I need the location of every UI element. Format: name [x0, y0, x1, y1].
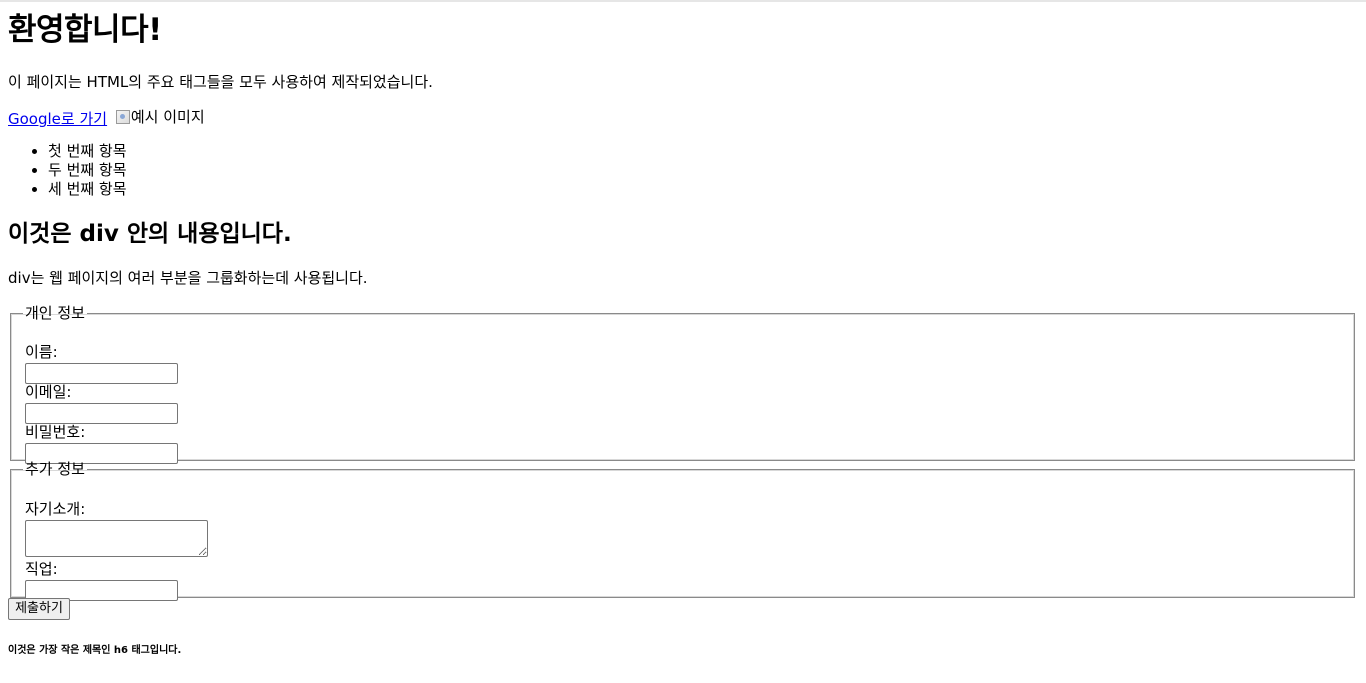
extra-info-legend: 추가 정보 [25, 460, 85, 478]
page-title: 환영합니다! [8, 12, 162, 48]
bio-textarea[interactable] [25, 520, 208, 557]
broken-image-icon [115, 110, 130, 124]
div-paragraph: div는 웹 페이지의 여러 부분을 그룹화하는데 사용됩니다. [8, 269, 368, 287]
top-border [0, 0, 1366, 2]
job-label: 직업: [25, 560, 58, 578]
extra-info-fieldset: 추가 정보 자기소개: 직업: [10, 460, 1355, 601]
list-item: 세 번째 항목 [48, 180, 127, 199]
submit-button[interactable]: 제출하기 [8, 598, 70, 620]
link-row: Google로 가기 예시 이미지 [8, 107, 205, 129]
email-label: 이메일: [25, 383, 72, 401]
personal-info-fieldset: 개인 정보 이름: 이메일: 비밀번호: [10, 304, 1355, 464]
image-alt-text: 예시 이미지 [130, 108, 205, 126]
name-label: 이름: [25, 343, 58, 361]
bio-label: 자기소개: [25, 500, 86, 518]
email-input[interactable] [25, 403, 178, 424]
password-label: 비밀번호: [25, 423, 86, 441]
item-list: 첫 번째 항목 두 번째 항목 세 번째 항목 [8, 142, 127, 199]
list-item: 두 번째 항목 [48, 161, 127, 180]
example-image: 예시 이미지 [115, 107, 205, 127]
name-input[interactable] [25, 363, 178, 384]
div-heading: 이것은 div 안의 내용입니다. [8, 221, 292, 247]
google-link[interactable]: Google로 가기 [8, 110, 107, 128]
list-item: 첫 번째 항목 [48, 142, 127, 161]
intro-paragraph: 이 페이지는 HTML의 주요 태그들을 모두 사용하여 제작되었습니다. [8, 73, 433, 91]
personal-info-legend: 개인 정보 [25, 304, 85, 322]
h6-heading: 이것은 가장 작은 제목인 h6 태그입니다. [8, 645, 182, 656]
